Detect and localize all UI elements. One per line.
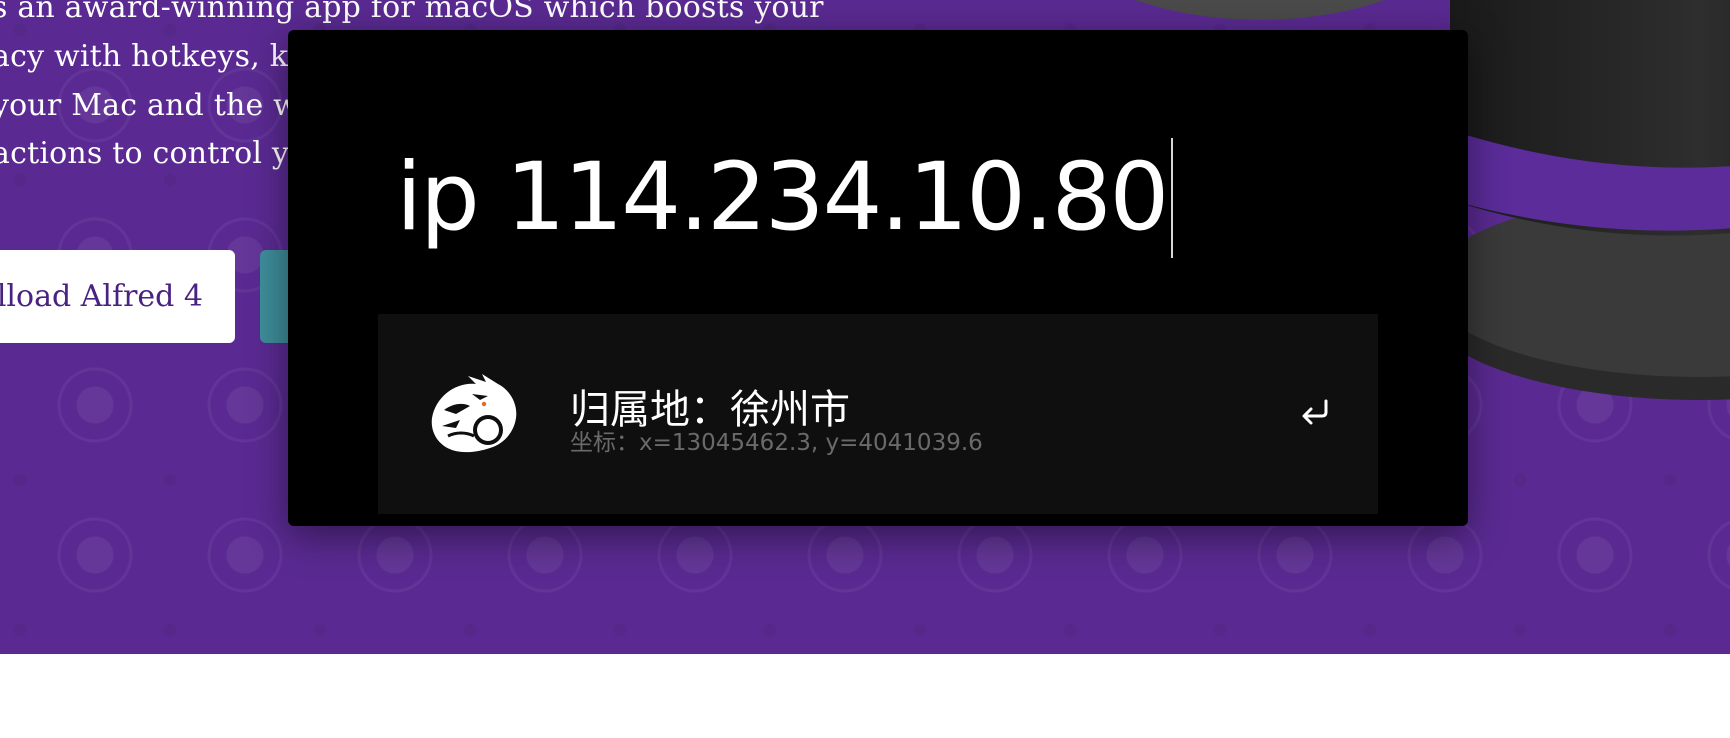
alfred-hat-illustration: [1135, 0, 1730, 400]
alfred-launcher-window: ip 114.234.10.80 归属地：徐州市 坐标：x=13045462.3…: [288, 30, 1468, 526]
text-caret: [1171, 138, 1174, 258]
result-item[interactable]: 归属地：徐州市 坐标：x=13045462.3, y=4041039.6: [378, 314, 1378, 514]
query-field[interactable]: ip 114.234.10.80: [396, 128, 1174, 268]
query-input[interactable]: ip 114.234.10.80: [396, 151, 1169, 245]
download-alfred-button[interactable]: lload Alfred 4: [0, 250, 235, 343]
lion-icon: [431, 374, 517, 453]
result-subtitle: 坐标：x=13045462.3, y=4041039.6: [570, 430, 983, 456]
hero-intro-line: s an award-winning app for macOS which b…: [0, 0, 824, 25]
hero-intro-line: your Mac and the w: [0, 88, 300, 123]
enter-icon: [1302, 399, 1328, 425]
hero-intro-line: actions to control y: [0, 136, 290, 171]
hero-intro-line: acy with hotkeys, ke: [0, 39, 307, 74]
